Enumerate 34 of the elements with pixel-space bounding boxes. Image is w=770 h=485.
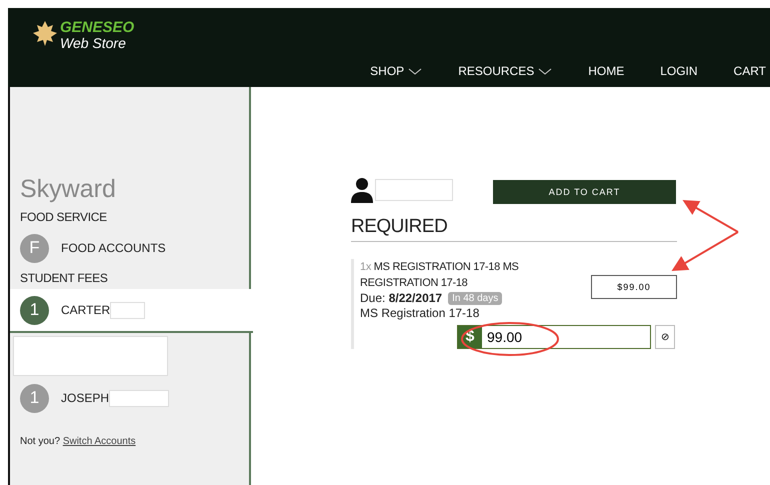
- section-heading: FOOD SERVICE: [20, 210, 108, 226]
- sidebar-item[interactable]: 1 JOSEPH: [10, 378, 249, 418]
- nav-link[interactable]: RESOURCES: [458, 64, 552, 78]
- days-badge: In 48 days: [448, 292, 502, 305]
- section-heading: REQUIRED: [351, 216, 677, 242]
- avatar-badge: 1: [20, 384, 49, 412]
- nav-link[interactable]: HOME: [588, 64, 624, 78]
- student-name: FOOD ACCOUNTS: [61, 241, 166, 255]
- sidebar-title: Skyward: [20, 175, 117, 205]
- price-label: $99.00: [591, 275, 677, 299]
- redacted-field: [110, 302, 146, 318]
- sidebar-item[interactable]: 1 CARTER: [10, 289, 253, 333]
- redacted-field: [109, 390, 170, 406]
- chevron-down-icon: [538, 68, 552, 74]
- section-heading: STUDENT FEES: [20, 271, 109, 287]
- chevron-down-icon: [408, 68, 422, 74]
- avatar-badge: F: [20, 234, 49, 262]
- item-description: MS Registration 17-18: [360, 306, 480, 320]
- switch-accounts-link[interactable]: Switch Accounts: [62, 436, 136, 447]
- arrow-drawing: [672, 200, 738, 272]
- item-title: 1x MS REGISTRATION 17-18 MS REGISTRATION 17-18: [360, 260, 520, 291]
- add-to-cart-button[interactable]: ADD TO CART: [493, 180, 676, 204]
- nav-link[interactable]: SHOP: [370, 64, 422, 78]
- sidebar-item[interactable]: F FOOD ACCOUNTS: [10, 228, 249, 268]
- student-name: CARTER: [61, 303, 110, 317]
- logo-subtitle: Web Store: [60, 36, 127, 50]
- nav-link[interactable]: LOGIN: [660, 64, 698, 78]
- avatar-badge: 1: [20, 296, 49, 324]
- student-name: JOSEPH: [61, 391, 110, 405]
- user-icon: [351, 177, 373, 203]
- clear-button[interactable]: ⊘: [655, 325, 675, 349]
- logo-title: GENESEO: [60, 20, 134, 36]
- footer-text: Not you? Switch Accounts: [20, 436, 137, 447]
- nav-link[interactable]: CART: [734, 64, 766, 78]
